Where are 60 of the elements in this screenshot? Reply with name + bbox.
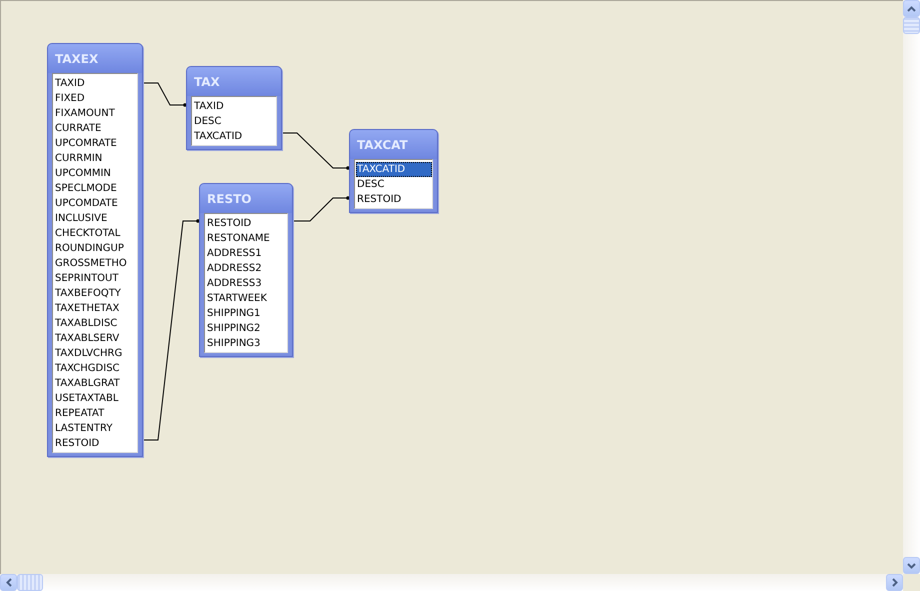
field-item[interactable]: USETAXTABL [54,391,137,406]
field-item[interactable]: RESTOID [356,192,432,207]
field-item[interactable]: UPCOMMIN [54,166,137,181]
field-item[interactable]: RESTOID [206,216,287,231]
table-title: TAXEX [55,52,98,66]
scroll-left-button[interactable] [0,574,17,591]
scroll-thumb[interactable] [17,574,43,591]
field-item[interactable]: TAXDLVCHRG [54,346,137,361]
chevron-left-icon [6,578,12,587]
field-item[interactable]: SHIPPING3 [206,336,287,351]
field-item[interactable]: ADDRESS3 [206,276,287,291]
table-title: TAX [194,74,220,88]
field-item[interactable]: GROSSMETHO [54,256,137,271]
field-item[interactable]: TAXABLDISC [54,316,137,331]
field-item[interactable]: CHECKTOTAL [54,226,137,241]
field-item[interactable]: SHIPPING1 [206,306,287,321]
field-item[interactable]: DESC [356,177,432,192]
field-item[interactable]: FIXAMOUNT [54,106,137,121]
field-item[interactable]: INCLUSIVE [54,211,137,226]
vertical-scrollbar[interactable] [903,0,920,574]
field-item[interactable]: TAXCATID [356,162,432,177]
table-window[interactable]: TAX TAXID DESC TAXCATID [186,66,282,150]
field-item[interactable]: RESTOID [54,436,137,451]
field-item[interactable]: STARTWEEK [206,291,287,306]
field-item[interactable]: TAXABLSERV [54,331,137,346]
field-item[interactable]: SEPRINTOUT [54,271,137,286]
field-item[interactable]: TAXETHETAX [54,301,137,316]
table-title: RESTO [207,192,252,206]
chevron-up-icon [907,6,916,12]
field-item[interactable]: SHIPPING2 [206,321,287,336]
field-item[interactable]: TAXBEFOQTY [54,286,137,301]
field-item[interactable]: UPCOMRATE [54,136,137,151]
table-title: TAXCAT [357,138,408,152]
scroll-up-button[interactable] [903,0,920,17]
field-item[interactable]: TAXID [54,76,137,91]
field-item[interactable]: DESC [193,114,276,129]
table-window[interactable]: TAXCAT TAXCATID DESC RESTOID [349,129,438,213]
field-item[interactable]: CURRMIN [54,151,137,166]
field-item[interactable]: TAXID [193,99,276,114]
field-item[interactable]: LASTENTRY [54,421,137,436]
chevron-down-icon [907,562,916,568]
field-item[interactable]: FIXED [54,91,137,106]
field-item[interactable]: REPEATAT [54,406,137,421]
field-item[interactable]: TAXABLGRAT [54,376,137,391]
table-window[interactable]: RESTO RESTOID RESTONAME ADDRESS1 ADDRESS2 ADDRESS3 STARTWEEK SHIPPING1 SHIPPING2 SHIPPING3 [199,183,293,357]
field-item[interactable]: SPECLMODE [54,181,137,196]
scroll-right-button[interactable] [886,574,903,591]
field-item[interactable]: ADDRESS1 [206,246,287,261]
field-item[interactable]: TAXCHGDISC [54,361,137,376]
field-item[interactable]: RESTONAME [206,231,287,246]
field-item[interactable]: ADDRESS2 [206,261,287,276]
field-item[interactable]: TAXCATID [193,129,276,144]
scroll-down-button[interactable] [903,557,920,574]
horizontal-scrollbar[interactable] [0,574,903,591]
field-item[interactable]: UPCOMDATE [54,196,137,211]
field-item[interactable]: CURRATE [54,121,137,136]
table-window[interactable] [47,43,143,457]
scroll-thumb[interactable] [903,17,920,34]
field-item[interactable]: ROUNDINGUP [54,241,137,256]
chevron-right-icon [892,578,898,587]
